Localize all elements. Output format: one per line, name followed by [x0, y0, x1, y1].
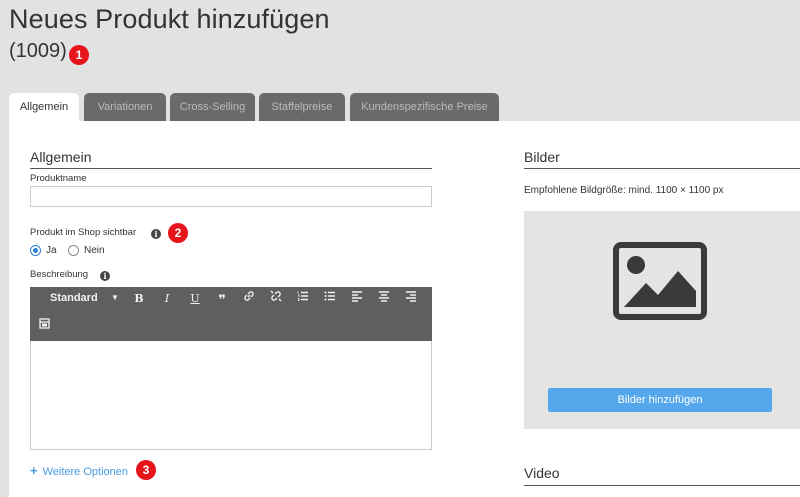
- align-left-icon[interactable]: [348, 290, 366, 308]
- product-id: (1009): [9, 40, 67, 62]
- product-name-input[interactable]: [30, 186, 432, 207]
- tab-cross-selling[interactable]: Cross-Selling: [170, 93, 255, 121]
- unordered-list-icon[interactable]: [321, 290, 339, 308]
- tab-allgemein[interactable]: Allgemein: [9, 93, 79, 123]
- info-icon[interactable]: i: [151, 229, 161, 239]
- section-divider: [30, 168, 432, 169]
- underline-icon[interactable]: U: [186, 290, 204, 308]
- more-options-label[interactable]: Weitere Optionen: [43, 466, 128, 478]
- section-heading-general: Allgemein: [30, 149, 92, 165]
- marker-1: 1: [69, 45, 89, 65]
- image-icon[interactable]: [35, 317, 53, 335]
- align-center-icon[interactable]: [375, 290, 393, 308]
- description-editor[interactable]: [30, 341, 432, 450]
- more-options-link[interactable]: + Weitere Optionen: [30, 463, 128, 478]
- visibility-yes-label[interactable]: Ja: [46, 245, 57, 256]
- visibility-yes-radio[interactable]: [30, 245, 41, 256]
- product-name-label: Produktname: [30, 173, 87, 184]
- editor-toolbar: Standard ▼ B I U ❞: [30, 287, 432, 341]
- bold-icon[interactable]: B: [130, 290, 148, 308]
- tab-kundenspezifische-preise[interactable]: Kundenspezifische Preise: [350, 93, 499, 121]
- unlink-icon[interactable]: [267, 290, 285, 308]
- align-right-icon[interactable]: [402, 290, 420, 308]
- format-select[interactable]: Standard: [50, 292, 98, 304]
- visibility-label: Produkt im Shop sichtbar: [30, 227, 137, 238]
- description-label: Beschreibung: [30, 269, 89, 280]
- ordered-list-icon[interactable]: [294, 290, 312, 308]
- link-icon[interactable]: [240, 290, 258, 308]
- italic-icon[interactable]: I: [158, 290, 176, 308]
- marker-2: 2: [168, 223, 188, 243]
- visibility-no-radio[interactable]: [68, 245, 79, 256]
- section-divider: [524, 485, 800, 486]
- plus-icon: +: [30, 463, 38, 478]
- image-placeholder-icon: [613, 242, 707, 320]
- section-heading-video: Video: [524, 465, 560, 481]
- info-icon[interactable]: i: [100, 271, 110, 281]
- tab-staffelpreise[interactable]: Staffelpreise: [259, 93, 345, 121]
- blockquote-icon[interactable]: ❞: [213, 291, 231, 309]
- tab-variationen[interactable]: Variationen: [84, 93, 166, 121]
- section-heading-images: Bilder: [524, 149, 560, 165]
- marker-3: 3: [136, 460, 156, 480]
- visibility-no-label[interactable]: Nein: [84, 245, 105, 256]
- page-title: Neues Produkt hinzufügen: [9, 4, 330, 34]
- section-divider: [524, 168, 800, 169]
- add-images-button[interactable]: Bilder hinzufügen: [548, 388, 772, 412]
- image-size-hint: Empfohlene Bildgröße: mind. 1100 × 1100 …: [524, 185, 724, 196]
- chevron-down-icon[interactable]: ▼: [111, 293, 119, 302]
